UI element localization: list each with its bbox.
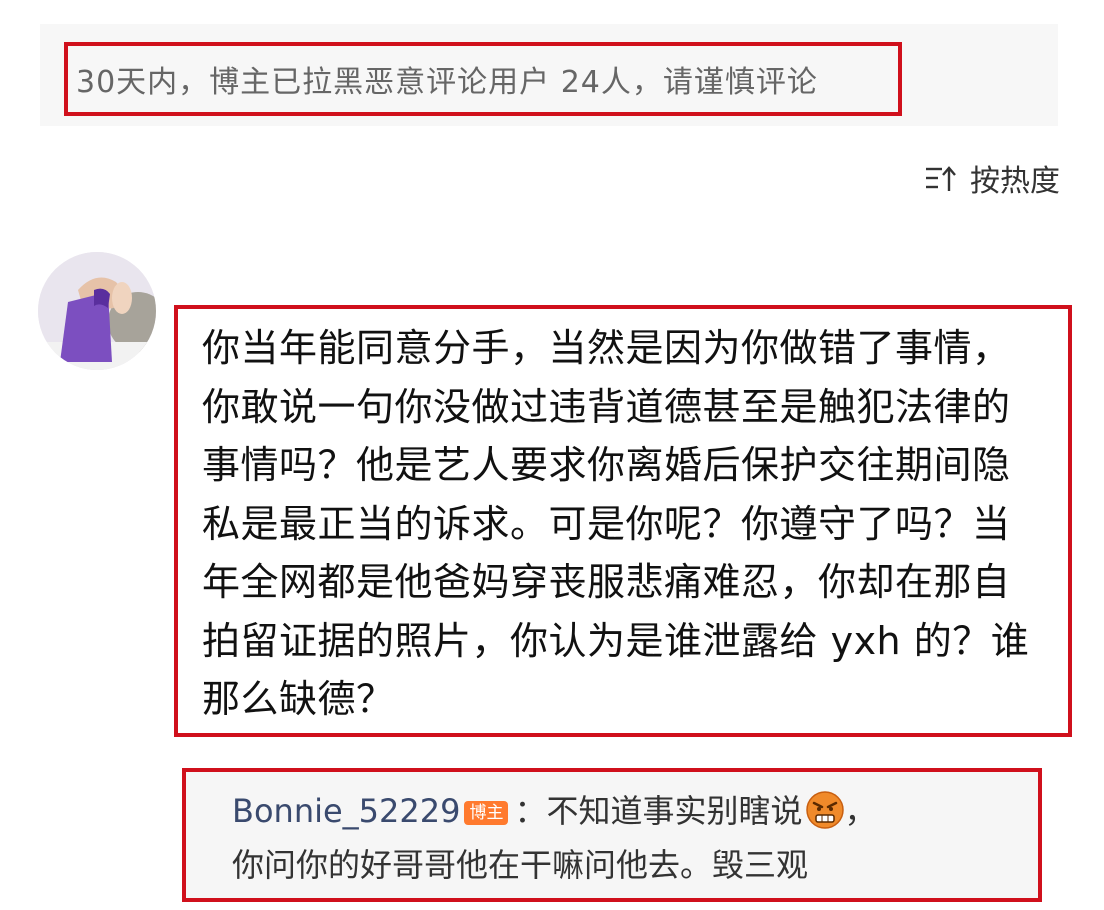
- reply-text-part1: 不知道事实别瞎说: [546, 792, 803, 830]
- user-avatar[interactable]: [38, 252, 156, 370]
- reply-separator: ：: [514, 792, 547, 830]
- comment-highlight-box: 你当年能同意分手，当然是因为你做错了事情，你敢说一句你没做过违背道德甚至是触犯法…: [174, 305, 1072, 737]
- reply-text-part2: ，: [844, 792, 877, 830]
- angry-face-emoji: [805, 791, 844, 829]
- avatar-image: [38, 252, 156, 370]
- reply-line-1: Bonnie_52229 博主 ：不知道事实别瞎说 ，: [232, 784, 1024, 838]
- comment-section: 30天内，博主已拉黑恶意评论用户 24人，请谨慎评论 按热度 你当年能同意分手，…: [0, 0, 1104, 910]
- author-badge: 博主: [464, 801, 509, 825]
- sort-by-popularity-button[interactable]: 按热度: [924, 156, 1060, 200]
- sort-label: 按热度: [970, 164, 1060, 199]
- blocked-users-notice: 30天内，博主已拉黑恶意评论用户 24人，请谨慎评论: [76, 65, 818, 100]
- notice-highlight-box: 30天内，博主已拉黑恶意评论用户 24人，请谨慎评论: [64, 42, 902, 116]
- reply-highlight-box: Bonnie_52229 博主 ：不知道事实别瞎说 ， 你问你的好哥哥他在干嘛问他去…: [182, 768, 1042, 902]
- comment-text: 你当年能同意分手，当然是因为你做错了事情，你敢说一句你没做过违背道德甚至是触犯法…: [202, 326, 1030, 721]
- reply-line-2: 你问你的好哥哥他在干嘛问他去。毁三观: [232, 846, 809, 884]
- reply-username[interactable]: Bonnie_52229: [232, 792, 460, 830]
- sort-icon: [926, 166, 956, 191]
